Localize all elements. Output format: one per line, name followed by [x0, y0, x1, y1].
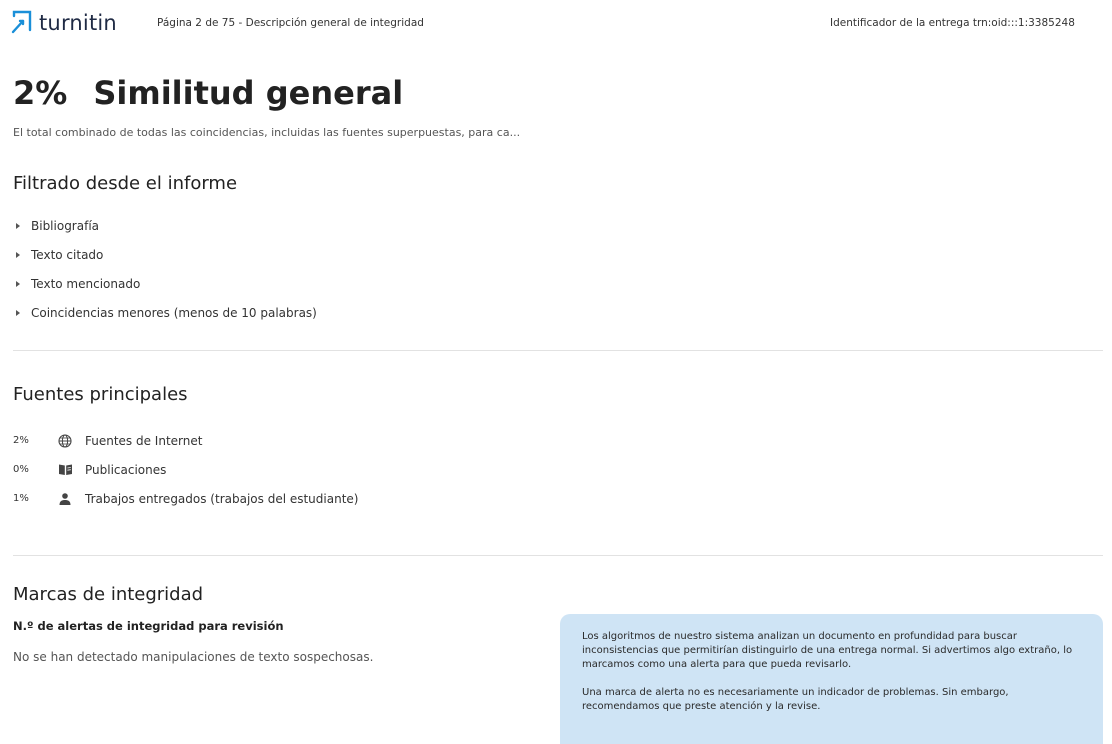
source-percentage: 0%	[13, 464, 29, 475]
integrity-info-box: Los algoritmos de nuestro sistema analiz…	[560, 614, 1103, 744]
turnitin-logo-icon	[11, 10, 32, 34]
filtered-section-title: Filtrado desde el informe	[13, 173, 238, 194]
source-row-internet[interactable]: 2% Fuentes de Internet	[13, 426, 358, 455]
book-icon	[57, 462, 73, 478]
source-percentage: 1%	[13, 493, 29, 504]
similarity-title: Similitud general	[93, 74, 404, 112]
info-paragraph: Los algoritmos de nuestro sistema analiz…	[582, 631, 1073, 670]
filter-item-label: Texto mencionado	[31, 276, 141, 291]
integrity-alerts-label: N.º de alertas de integridad para revisi…	[13, 619, 284, 633]
source-label: Publicaciones	[85, 462, 167, 477]
person-icon	[57, 491, 73, 507]
filter-item-label: Bibliografía	[31, 218, 100, 233]
divider	[13, 350, 1103, 351]
sources-section-title: Fuentes principales	[13, 384, 188, 405]
filter-item-label: Coincidencias menores (menos de 10 palab…	[31, 305, 317, 320]
page-info: Página 2 de 75 - Descripción general de …	[157, 17, 424, 29]
caret-right-icon	[16, 309, 20, 316]
globe-icon	[57, 433, 73, 449]
turnitin-logo: turnitin	[10, 10, 117, 36]
filter-item-label: Texto citado	[31, 247, 104, 262]
divider	[13, 555, 1103, 556]
logo-text: turnitin	[39, 11, 117, 35]
caret-right-icon	[16, 251, 20, 258]
header: turnitin Página 2 de 75 - Descripción ge…	[0, 0, 1112, 46]
source-percentage: 2%	[13, 435, 29, 446]
filter-list: Bibliografía Texto citado Texto menciona…	[16, 211, 317, 327]
filter-item-cited-text[interactable]: Texto mencionado	[16, 269, 317, 298]
similarity-percentage: 2%	[13, 74, 68, 112]
overall-similarity-heading: 2% Similitud general	[13, 74, 403, 112]
filter-item-bibliography[interactable]: Bibliografía	[16, 211, 317, 240]
filter-item-small-matches[interactable]: Coincidencias menores (menos de 10 palab…	[16, 298, 317, 327]
source-row-submitted-works[interactable]: 1% Trabajos entregados (trabajos del est…	[13, 484, 358, 513]
source-label: Fuentes de Internet	[85, 433, 203, 448]
submission-id: Identificador de la entrega trn:oid:::1:…	[830, 17, 1075, 29]
source-label: Trabajos entregados (trabajos del estudi…	[85, 491, 359, 506]
source-row-publications[interactable]: 0% Publicaciones	[13, 455, 358, 484]
filter-item-quoted-text[interactable]: Texto citado	[16, 240, 317, 269]
caret-right-icon	[16, 222, 20, 229]
integrity-section-title: Marcas de integridad	[13, 584, 204, 605]
info-paragraph: Una marca de alerta no es necesariamente…	[582, 687, 1009, 712]
similarity-description: El total combinado de todas las coincide…	[13, 126, 521, 139]
source-list: 2% Fuentes de Internet 0% Publicaciones …	[13, 426, 358, 513]
integrity-alerts-text: No se han detectado manipulaciones de te…	[13, 650, 374, 664]
caret-right-icon	[16, 280, 20, 287]
